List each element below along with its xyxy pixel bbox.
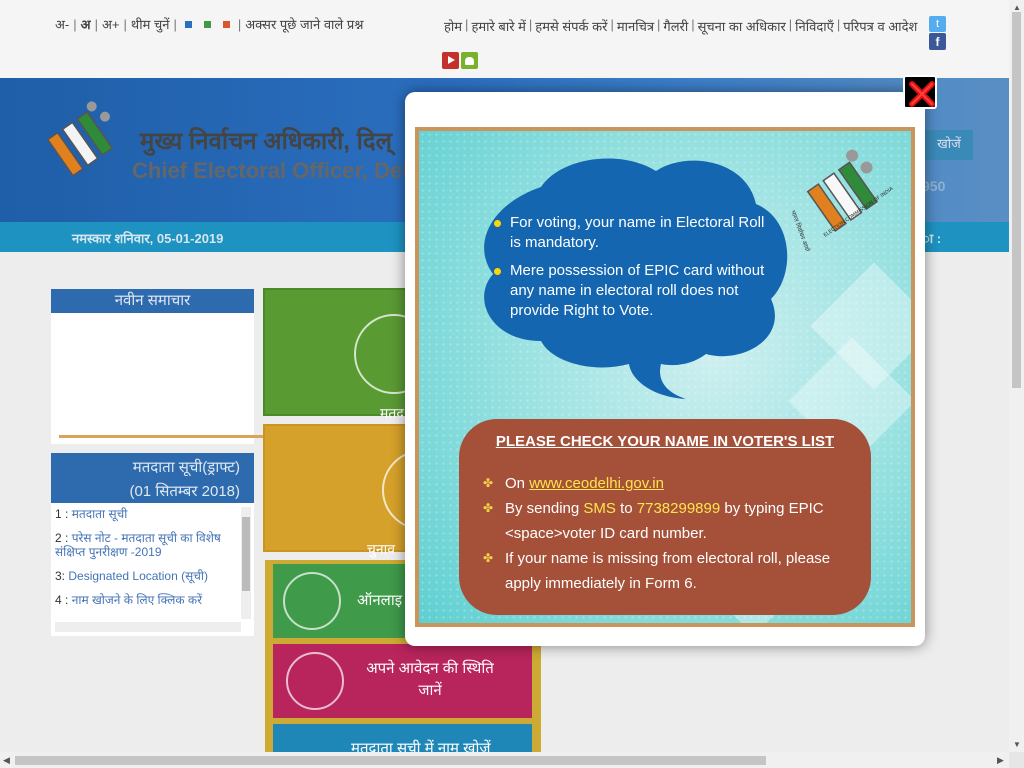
sms-word: SMS	[583, 500, 616, 517]
sms-number: 7738299899	[636, 500, 721, 517]
voter-list-heading-line2: (01 सितम्बर 2018)	[129, 483, 240, 500]
font-normal-button[interactable]: अ	[81, 15, 91, 33]
site-title-english: Chief Electoral Officer, Del	[132, 158, 409, 183]
voter-list: 1 : मतदाता सूची 2 : परेस नोट - मतदाता सू…	[55, 507, 241, 617]
page-horizontal-thumb[interactable]	[15, 756, 766, 765]
voter-awareness-poster: For voting, your name in Electoral Roll …	[415, 127, 915, 627]
list-item[interactable]: 2 : परेस नोट - मतदाता सूची का विशेष संक्…	[55, 531, 241, 559]
news-panel: नवीन समाचार	[51, 289, 269, 444]
facebook-icon[interactable]: f	[929, 33, 946, 50]
list-item: ✤ By sending SMS to 7738299899 by typing…	[483, 496, 845, 546]
form-list-icon	[283, 572, 341, 630]
separator: |	[73, 16, 77, 32]
star-bullet-icon: ✤	[483, 501, 494, 515]
check-name-heading: PLEASE CHECK YOUR NAME IN VOTER'S LIST	[495, 433, 835, 450]
theme-orange-swatch[interactable]	[222, 20, 230, 28]
on-prefix: On	[505, 475, 526, 492]
greeting-text: नमस्कार शनिवार, 05-01-2019	[72, 231, 224, 246]
page-scroll-thumb[interactable]	[1012, 12, 1021, 388]
nav-circulars[interactable]: परिपत्र व आदेश	[841, 17, 919, 35]
bubble-point: Mere possession of EPIC card without any…	[491, 261, 766, 321]
edit-icon	[286, 652, 344, 710]
scroll-thumb[interactable]	[242, 517, 250, 591]
bubble-point: For voting, your name in Electoral Roll …	[491, 213, 766, 253]
nav-map[interactable]: मानचित्र	[615, 17, 656, 35]
theme-label: थीम चुनें	[130, 17, 170, 32]
close-modal-button[interactable]	[903, 75, 937, 109]
website-link[interactable]: www.ceodelhi.gov.in	[529, 475, 664, 492]
list-item-link[interactable]: नाम खोजने के लिए क्लिक करें	[72, 593, 202, 607]
list-item[interactable]: 1 : मतदाता सूची	[55, 507, 241, 521]
star-bullet-icon: ✤	[483, 476, 494, 490]
eci-logo-text-left: भारत निर्वाचन आयोग	[789, 209, 813, 251]
voter-list-heading: मतदाता सूची(ड्राफ्ट) (01 सितम्बर 2018)	[51, 453, 254, 503]
nav-contact[interactable]: हमसे संपर्क करें	[533, 17, 609, 35]
helpline-number: 950	[922, 178, 946, 194]
accessibility-bar: अ- | अ | अ+ | थीम चुनें | | अक्सर पूछे जाने …	[55, 15, 363, 33]
youtube-icon[interactable]	[442, 52, 459, 69]
list-item-link[interactable]: परेस नोट - मतदाता सूची का विशेष संक्षिप्…	[55, 531, 221, 559]
list-item-number: 2 :	[55, 531, 69, 545]
voter-list-vertical-scrollbar[interactable]	[241, 507, 251, 619]
bubble-points: For voting, your name in Electoral Roll …	[491, 213, 766, 329]
separator: |	[123, 16, 127, 32]
check-name-list: ✤ On www.ceodelhi.gov.in ✤ By sending SM…	[483, 471, 845, 596]
list-item-link[interactable]: मतदाता सूची	[72, 507, 128, 521]
page-vertical-scrollbar[interactable]: ▲ ▼	[1009, 0, 1024, 752]
nav-tenders[interactable]: निविदाएँ	[793, 17, 836, 35]
scroll-down-arrow-icon[interactable]: ▼	[1013, 740, 1021, 749]
list-item-number: 1 :	[55, 507, 69, 521]
nav-gallery[interactable]: गैलरी	[661, 17, 690, 35]
news-heading: नवीन समाचार	[51, 289, 254, 313]
twitter-icon[interactable]: t	[929, 16, 946, 32]
separator: |	[237, 16, 242, 32]
separator: |	[173, 16, 177, 32]
online-service-label: ऑनलाइ	[357, 592, 403, 609]
list-item-number: 3:	[55, 569, 66, 583]
news-divider	[59, 435, 269, 438]
sms-prefix: By sending	[505, 500, 580, 517]
eci-logo: भारत निर्वाचन आयोग ELECTION COMMISSION O…	[789, 149, 895, 251]
check-name-box: PLEASE CHECK YOUR NAME IN VOTER'S LIST ✤…	[459, 419, 871, 615]
voter-list-horizontal-scrollbar[interactable]	[55, 622, 241, 632]
site-title-hindi: मुख्य निर्वाचन अधिकारी, दिल्	[140, 128, 392, 155]
separator: |	[94, 16, 98, 32]
nav-home[interactable]: होम	[442, 17, 464, 35]
top-navigation: होम | हमारे बारे में | हमसे संपर्क करें | म…	[442, 17, 919, 35]
top-utility-bar	[0, 0, 1009, 78]
nav-about[interactable]: हमारे बारे में	[469, 17, 527, 35]
voter-tile-label: मतद	[380, 405, 404, 421]
list-item[interactable]: 3: Designated Location (सूची)	[55, 569, 241, 583]
star-bullet-icon: ✤	[483, 551, 494, 565]
faq-link[interactable]: अक्सर पूछे जाने वाले प्रश्न	[245, 15, 363, 33]
close-icon	[909, 81, 935, 107]
scroll-right-arrow-icon[interactable]: ▶	[997, 755, 1004, 766]
scroll-left-arrow-icon[interactable]: ◀	[3, 755, 10, 766]
voter-list-panel: मतदाता सूची(ड्राफ्ट) (01 सितम्बर 2018) 1…	[51, 453, 254, 636]
theme-green-swatch[interactable]	[203, 20, 211, 28]
scroll-up-arrow-icon[interactable]: ▲	[1013, 3, 1021, 12]
voter-list-heading-line1: मतदाता सूची(ड्राफ्ट)	[132, 459, 240, 476]
android-icon[interactable]	[461, 52, 478, 69]
missing-name-text: If your name is missing from electoral r…	[505, 550, 831, 592]
sms-to: to	[620, 500, 633, 517]
list-item: ✤ On www.ceodelhi.gov.in	[483, 471, 845, 496]
list-item[interactable]: 4 : नाम खोजने के लिए क्लिक करें	[55, 593, 241, 607]
font-decrease-button[interactable]: अ-	[55, 15, 69, 33]
nav-rti[interactable]: सूचना का अधिकार	[696, 17, 788, 35]
page-horizontal-scrollbar[interactable]: ◀ ▶	[0, 752, 1009, 768]
scrollbar-corner	[1009, 752, 1024, 768]
election-tile-label: चुनाव	[367, 541, 396, 557]
font-increase-button[interactable]: अ+	[102, 15, 120, 33]
ceo-logo[interactable]	[38, 98, 130, 194]
theme-blue-swatch[interactable]	[184, 20, 192, 28]
application-status-tile[interactable]: अपने आवेदन की स्थिति जानें	[273, 644, 532, 718]
list-item-number: 4 :	[55, 593, 69, 607]
election-tile[interactable]: चुनाव	[263, 424, 462, 557]
list-item: ✤ If your name is missing from electoral…	[483, 546, 845, 596]
search-button[interactable]: खोजें	[925, 130, 973, 160]
list-item-link[interactable]: Designated Location (सूची)	[68, 569, 208, 583]
application-status-label: अपने आवेदन की स्थिति जानें	[366, 660, 494, 699]
voter-tile[interactable]: मतद	[263, 288, 434, 421]
